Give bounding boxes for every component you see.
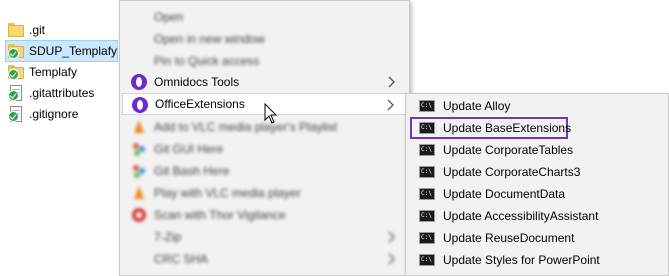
submenu-item-label: Update BaseExtensions: [443, 121, 572, 135]
file-list: .git SDUP_Templafy Templafy .gitattribut…: [0, 0, 122, 276]
submenu-item-label: Update CorporateCharts3: [443, 165, 581, 179]
submenu-item-label: Update AccessibilityAssistant: [443, 209, 599, 223]
file-icon: [8, 106, 24, 122]
file-item-gitignore[interactable]: .gitignore: [6, 104, 82, 124]
cmd-icon: C:\: [419, 254, 435, 266]
chevron-right-icon: [388, 76, 395, 88]
menu-item-crc-sha[interactable]: CRC SHA: [122, 248, 407, 270]
sync-check-icon: [8, 111, 19, 122]
menu-item-git-bash[interactable]: Git Bash Here: [122, 160, 407, 182]
cmd-icon: C:\: [419, 232, 435, 244]
menu-item-omnidocs-tools[interactable]: Omnidocs Tools: [122, 71, 407, 93]
submenu-item-label: Update Styles for PowerPoint: [443, 253, 600, 267]
sync-check-icon: [8, 69, 19, 80]
git-icon: [133, 165, 145, 178]
shield-icon: [132, 208, 146, 222]
menu-item-label: CRC SHA: [154, 252, 209, 266]
submenu-item-update-accessibilityassistant[interactable]: C:\ Update AccessibilityAssistant: [410, 205, 598, 227]
file-name: .git: [29, 23, 46, 37]
vlc-icon: [134, 186, 144, 199]
menu-item-label: 7-Zip: [154, 230, 182, 244]
file-item-sdup-templafy[interactable]: SDUP_Templafy: [5, 40, 118, 62]
file-item-templafy[interactable]: Templafy: [6, 62, 81, 82]
officeextensions-submenu: C:\ Update Alloy C:\ Update BaseExtensio…: [405, 93, 669, 276]
omnidocs-icon: [131, 74, 147, 90]
menu-item-label: Git GUI Here: [154, 142, 224, 156]
menu-item-label: Pin to Quick access: [154, 54, 260, 68]
file-name: .gitattributes: [29, 86, 95, 100]
menu-item-label: Open in new window: [154, 32, 265, 46]
git-icon: [133, 143, 145, 156]
menu-item-7zip[interactable]: 7-Zip: [122, 226, 407, 248]
menu-item-label: Scan with Thor Vigilance: [154, 208, 286, 222]
submenu-item-update-reusedocument[interactable]: C:\ Update ReuseDocument: [410, 227, 574, 249]
menu-item-label: Git Bash Here: [154, 164, 230, 178]
submenu-item-label: Update DocumentData: [443, 187, 566, 201]
file-name: SDUP_Templafy: [29, 44, 118, 58]
menu-item-open[interactable]: Open: [122, 6, 407, 28]
menu-item-scan-thor[interactable]: Scan with Thor Vigilance: [122, 204, 407, 226]
menu-item-pin-quick-access[interactable]: Pin to Quick access: [122, 50, 407, 72]
submenu-item-update-corporatetables[interactable]: C:\ Update CorporateTables: [410, 139, 574, 161]
cmd-icon: C:\: [419, 166, 435, 178]
submenu-item-update-documentdata[interactable]: C:\ Update DocumentData: [410, 183, 570, 205]
menu-item-label: OfficeExtensions: [155, 97, 245, 111]
mouse-cursor-icon: [264, 103, 278, 124]
submenu-item-update-corporatecharts3[interactable]: C:\ Update CorporateCharts3: [410, 161, 580, 183]
folder-icon: [8, 22, 24, 38]
vlc-icon: [134, 120, 144, 133]
menu-item-play-vlc[interactable]: Play with VLC media player: [122, 182, 407, 204]
context-menu: Open Open in new window Pin to Quick acc…: [119, 0, 410, 276]
menu-item-label: Add to VLC media player's Playlist: [154, 120, 338, 134]
menu-item-label: Play with VLC media player: [154, 186, 301, 200]
omnidocs-icon: [132, 97, 148, 113]
sync-check-icon: [8, 90, 19, 101]
file-name: Templafy: [29, 65, 78, 79]
submenu-item-update-alloy[interactable]: C:\ Update Alloy: [410, 95, 570, 117]
cmd-icon: C:\: [419, 100, 435, 112]
cmd-icon: C:\: [419, 144, 435, 156]
chevron-right-icon: [388, 231, 395, 243]
cmd-icon: C:\: [419, 122, 435, 134]
chevron-right-icon: [387, 99, 394, 111]
submenu-item-label: Update Alloy: [443, 99, 511, 113]
menu-item-label: Open: [154, 10, 184, 24]
submenu-item-label: Update CorporateTables: [443, 143, 574, 157]
chevron-right-icon: [388, 253, 395, 265]
submenu-item-update-baseextensions[interactable]: C:\ Update BaseExtensions: [410, 117, 572, 139]
cmd-icon: C:\: [419, 188, 435, 200]
file-icon: [8, 85, 24, 101]
file-name: .gitignore: [29, 107, 79, 121]
menu-item-git-gui[interactable]: Git GUI Here: [122, 138, 407, 160]
cmd-icon: C:\: [419, 210, 435, 222]
submenu-item-label: Update ReuseDocument: [443, 231, 575, 245]
menu-item-label: Omnidocs Tools: [154, 75, 240, 89]
file-item-git[interactable]: .git: [6, 20, 49, 40]
submenu-item-update-styles-powerpoint[interactable]: C:\ Update Styles for PowerPoint: [410, 249, 600, 271]
folder-icon: [8, 43, 24, 59]
sync-check-icon: [8, 48, 19, 59]
file-item-gitattributes[interactable]: .gitattributes: [6, 83, 98, 103]
menu-item-open-new-window[interactable]: Open in new window: [122, 28, 407, 50]
folder-icon: [8, 64, 24, 80]
